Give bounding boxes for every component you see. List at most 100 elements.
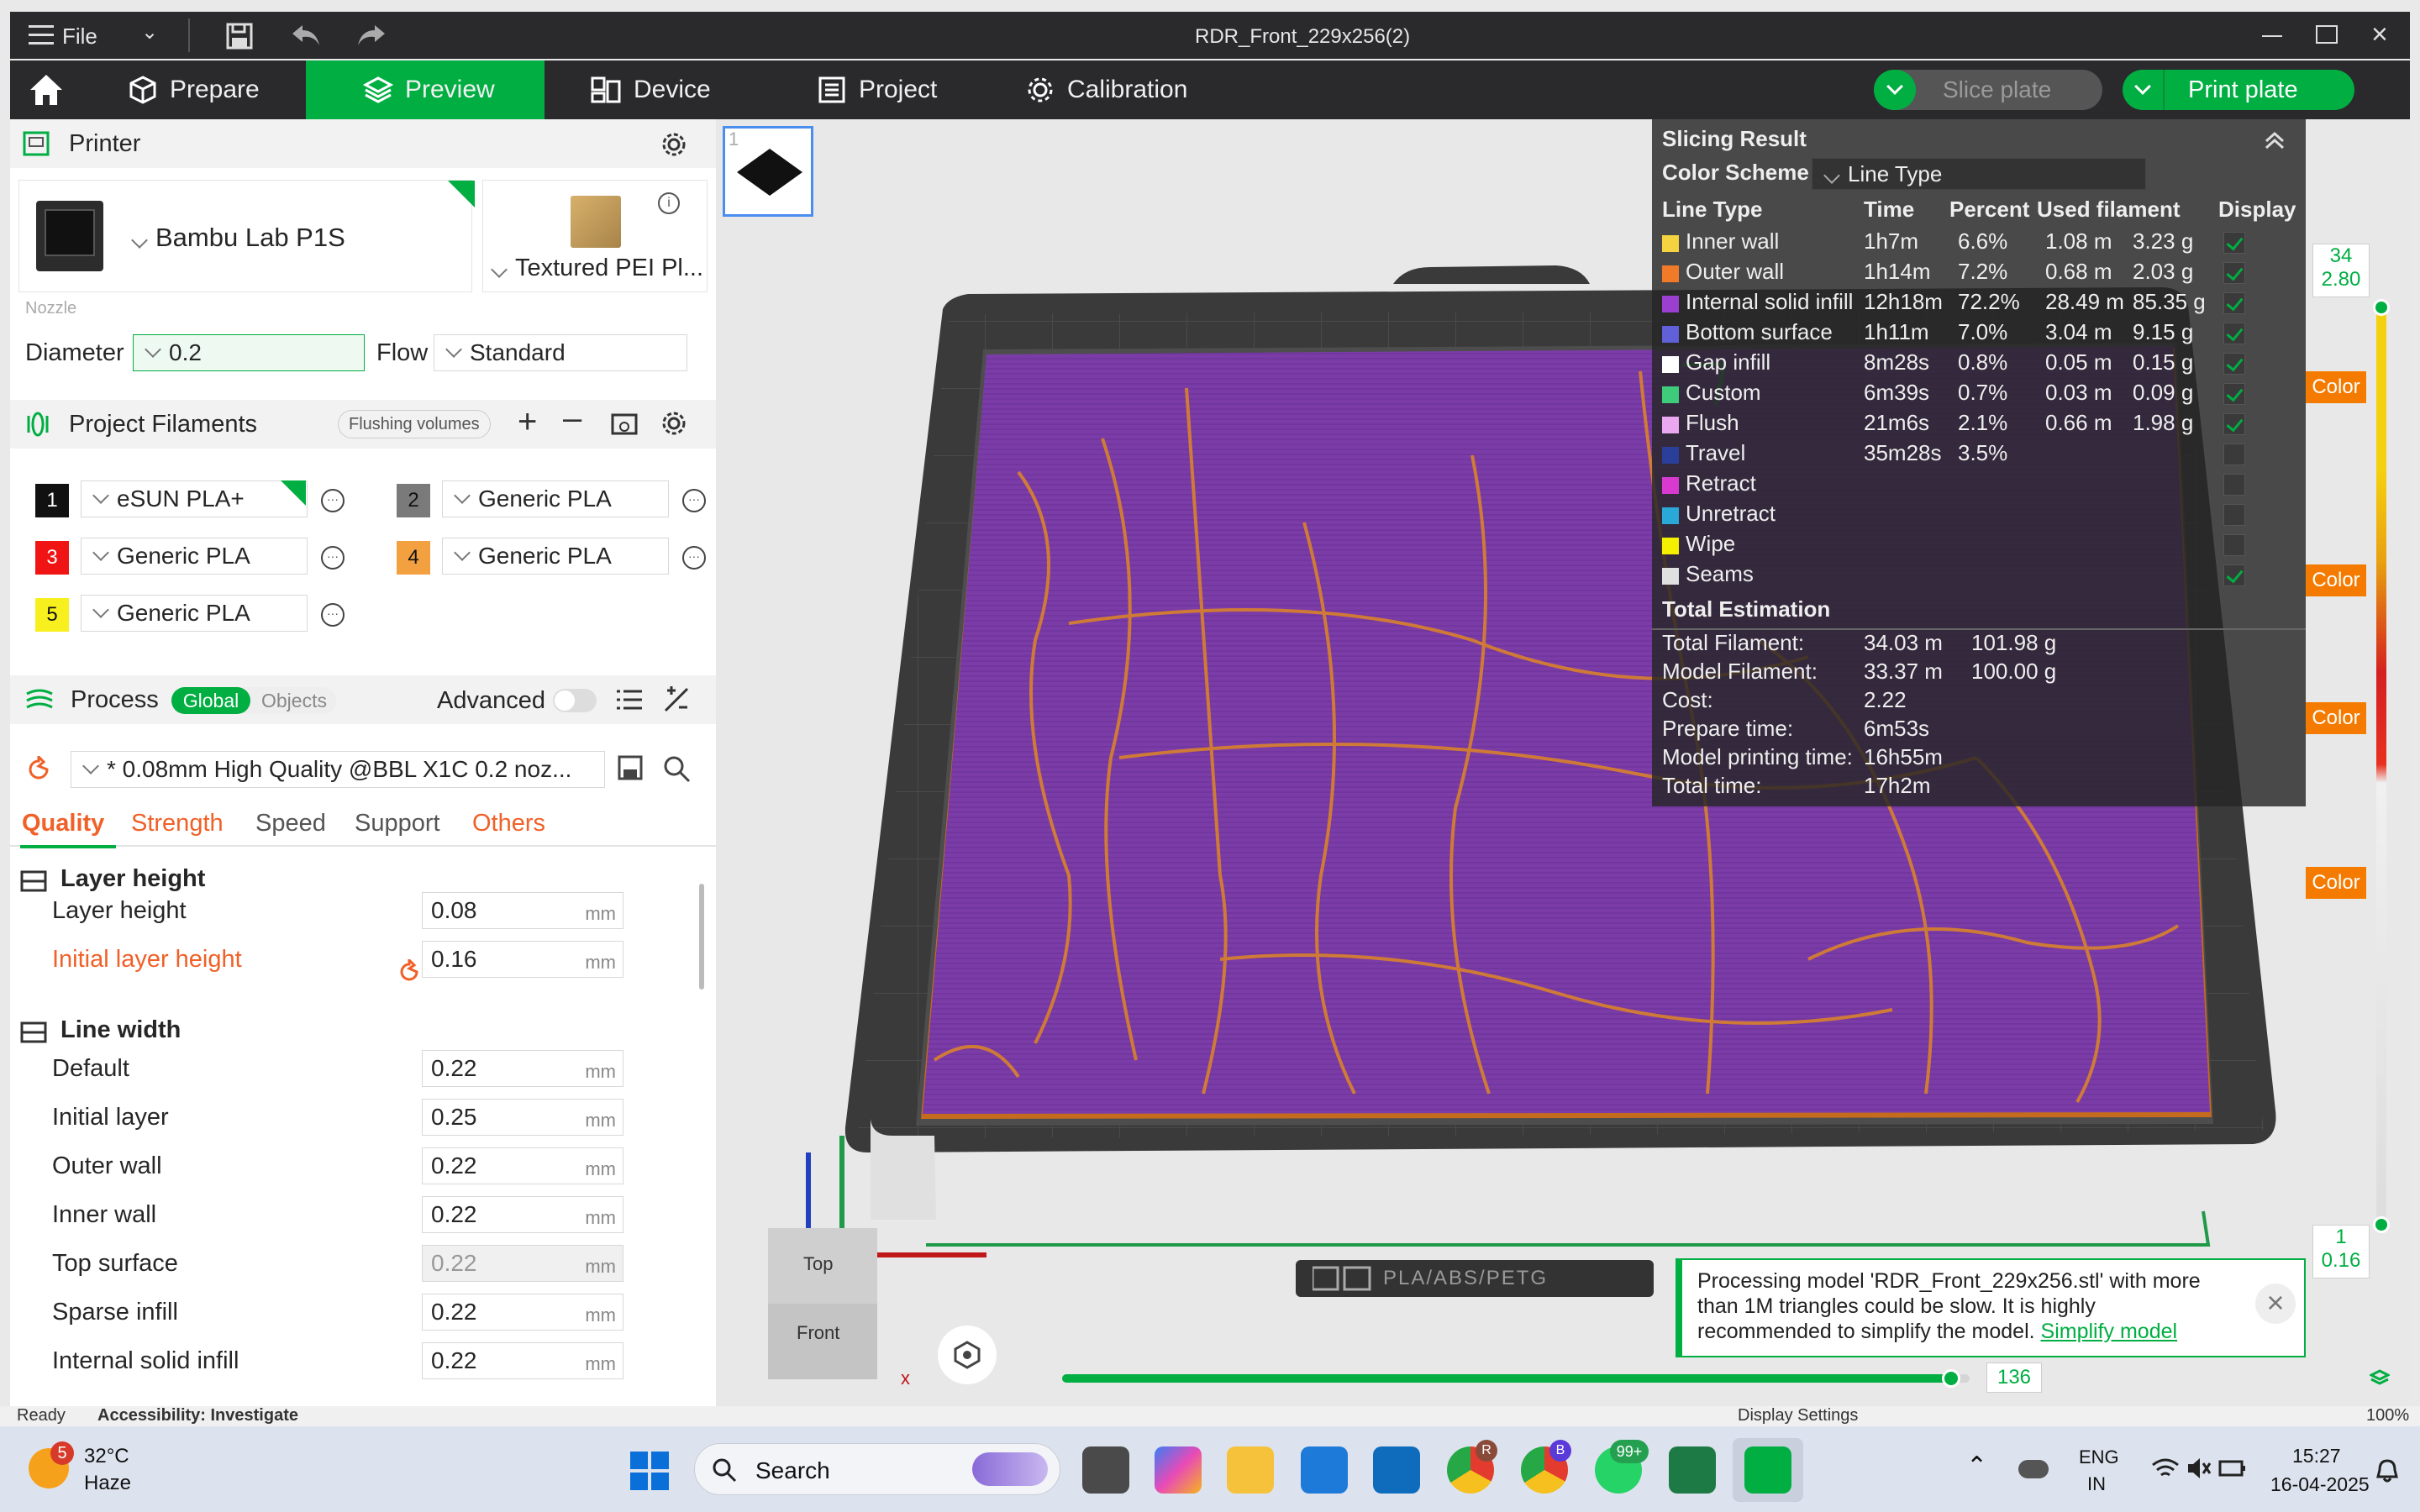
- clock-time[interactable]: 15:27: [2292, 1445, 2341, 1467]
- sync-filaments-icon[interactable]: [610, 410, 639, 438]
- setting-input[interactable]: 0.22 mm: [422, 1294, 623, 1331]
- accessibility-status[interactable]: Accessibility: Investigate: [97, 1406, 298, 1425]
- info-icon[interactable]: i: [658, 192, 680, 214]
- global-option[interactable]: Global: [171, 687, 250, 714]
- display-checkbox[interactable]: [2223, 564, 2245, 586]
- setting-input[interactable]: 0.08 mm: [422, 892, 623, 929]
- filament-color-swatch[interactable]: 3: [35, 541, 69, 575]
- process-tab-others[interactable]: Others: [472, 810, 545, 837]
- task-view-icon[interactable]: [1082, 1446, 1129, 1494]
- battery-icon[interactable]: [2218, 1457, 2247, 1480]
- color-change-button-1[interactable]: Color: [2306, 371, 2366, 403]
- chevron-down-icon[interactable]: [2123, 70, 2165, 110]
- advanced-toggle[interactable]: [553, 689, 597, 712]
- chevron-up-icon[interactable]: ⌃: [1966, 1452, 1987, 1481]
- file-menu[interactable]: File: [62, 24, 97, 50]
- filament-more-icon[interactable]: ···: [682, 546, 706, 570]
- gear-icon[interactable]: [660, 131, 687, 158]
- gear-icon[interactable]: [660, 410, 687, 437]
- filament-more-icon[interactable]: ···: [321, 546, 345, 570]
- outlook-icon[interactable]: [1373, 1446, 1420, 1494]
- process-tab-quality[interactable]: Quality: [22, 810, 104, 837]
- layers-settings-icon[interactable]: [2370, 1369, 2390, 1389]
- filament-color-swatch[interactable]: 1: [35, 484, 69, 517]
- filament-more-icon[interactable]: ···: [321, 603, 345, 627]
- reset-icon[interactable]: [397, 959, 422, 984]
- setting-input[interactable]: 0.22 mm: [422, 1245, 623, 1282]
- taskbar-search[interactable]: Search: [694, 1443, 1060, 1495]
- tab-preview[interactable]: Preview: [306, 60, 544, 119]
- diameter-select[interactable]: 0.2: [133, 334, 365, 371]
- layer-slider-track[interactable]: [2376, 306, 2386, 1223]
- undo-icon[interactable]: [291, 24, 321, 47]
- color-change-button-4[interactable]: Color: [2306, 867, 2366, 899]
- microsoft-store-icon[interactable]: [1301, 1446, 1348, 1494]
- process-tab-speed[interactable]: Speed: [255, 810, 326, 837]
- close-icon[interactable]: ×: [2255, 1284, 2296, 1324]
- filament-select[interactable]: eSUN PLA+: [81, 480, 308, 517]
- onedrive-icon[interactable]: [2018, 1460, 2049, 1478]
- view-cube-front[interactable]: Front: [768, 1304, 877, 1379]
- display-checkbox[interactable]: [2223, 262, 2245, 284]
- wifi-icon[interactable]: [2151, 1457, 2180, 1480]
- display-checkbox[interactable]: [2223, 383, 2245, 405]
- color-change-button-3[interactable]: Color: [2306, 702, 2366, 734]
- display-settings-button[interactable]: Display Settings: [1738, 1406, 1858, 1425]
- home-button[interactable]: [10, 60, 82, 119]
- windows-start-icon[interactable]: [630, 1452, 669, 1490]
- tab-prepare[interactable]: Prepare: [128, 60, 304, 119]
- objects-option[interactable]: Objects: [252, 687, 336, 714]
- list-icon[interactable]: [615, 687, 644, 712]
- filament-select[interactable]: Generic PLA: [81, 595, 308, 632]
- add-icon[interactable]: +: [518, 403, 537, 441]
- slice-plate-button[interactable]: Slice plate: [1874, 70, 2102, 110]
- redo-icon[interactable]: [356, 24, 387, 47]
- setting-input[interactable]: 0.25 mm: [422, 1099, 623, 1136]
- compare-icon[interactable]: [662, 685, 691, 714]
- color-change-button-2[interactable]: Color: [2306, 564, 2366, 596]
- file-explorer-icon[interactable]: [1227, 1446, 1274, 1494]
- filament-color-swatch[interactable]: 2: [397, 484, 430, 517]
- setting-input[interactable]: 0.22 mm: [422, 1342, 623, 1379]
- reset-icon[interactable]: [25, 756, 52, 783]
- chevron-down-icon[interactable]: [1874, 70, 1916, 110]
- setting-input[interactable]: 0.22 mm: [422, 1147, 623, 1184]
- display-checkbox[interactable]: [2223, 232, 2245, 254]
- clock-date[interactable]: 16-04-2025: [2270, 1473, 2370, 1496]
- process-tab-support[interactable]: Support: [355, 810, 440, 837]
- color-scheme-select[interactable]: Line Type: [1812, 158, 2146, 190]
- setting-input[interactable]: 0.22 mm: [422, 1196, 623, 1233]
- process-tab-strength[interactable]: Strength: [131, 810, 224, 837]
- maximize-icon[interactable]: [2316, 25, 2338, 44]
- display-checkbox[interactable]: [2223, 413, 2245, 435]
- zoom-level[interactable]: 100%: [2366, 1406, 2409, 1425]
- layer-slider-top-thumb[interactable]: [2373, 299, 2390, 316]
- view-cube-top[interactable]: Top: [768, 1228, 877, 1304]
- notification-bell-icon[interactable]: [2375, 1458, 2400, 1483]
- layer-slider-bottom-thumb[interactable]: [2373, 1216, 2390, 1233]
- display-checkbox[interactable]: [2223, 323, 2245, 344]
- bambu-studio-icon[interactable]: [1744, 1446, 1791, 1494]
- close-icon[interactable]: ×: [2371, 18, 2388, 51]
- copilot-icon[interactable]: [1155, 1446, 1202, 1494]
- display-checkbox[interactable]: [2223, 504, 2245, 526]
- setting-input[interactable]: 0.22 mm: [422, 1050, 623, 1087]
- collapse-icon[interactable]: [2264, 129, 2286, 151]
- tab-device[interactable]: Device: [590, 60, 758, 119]
- filament-select[interactable]: Generic PLA: [442, 538, 669, 575]
- save-icon[interactable]: [225, 22, 254, 50]
- filament-select[interactable]: Generic PLA: [442, 480, 669, 517]
- language-label[interactable]: ENG: [2079, 1446, 2119, 1468]
- sidebar-scrollbar[interactable]: [699, 884, 704, 990]
- flow-select[interactable]: Standard: [434, 334, 687, 371]
- excel-icon[interactable]: [1669, 1446, 1716, 1494]
- print-plate-button[interactable]: Print plate: [2123, 70, 2354, 110]
- tab-project[interactable]: Project: [817, 60, 985, 119]
- display-checkbox[interactable]: [2223, 444, 2245, 465]
- display-checkbox[interactable]: [2223, 534, 2245, 556]
- flushing-volumes-button[interactable]: Flushing volumes: [338, 410, 491, 438]
- filament-select[interactable]: Generic PLA: [81, 538, 308, 575]
- remove-icon[interactable]: –: [563, 400, 581, 438]
- global-objects-toggle[interactable]: Global Objects: [171, 687, 336, 714]
- display-checkbox[interactable]: [2223, 292, 2245, 314]
